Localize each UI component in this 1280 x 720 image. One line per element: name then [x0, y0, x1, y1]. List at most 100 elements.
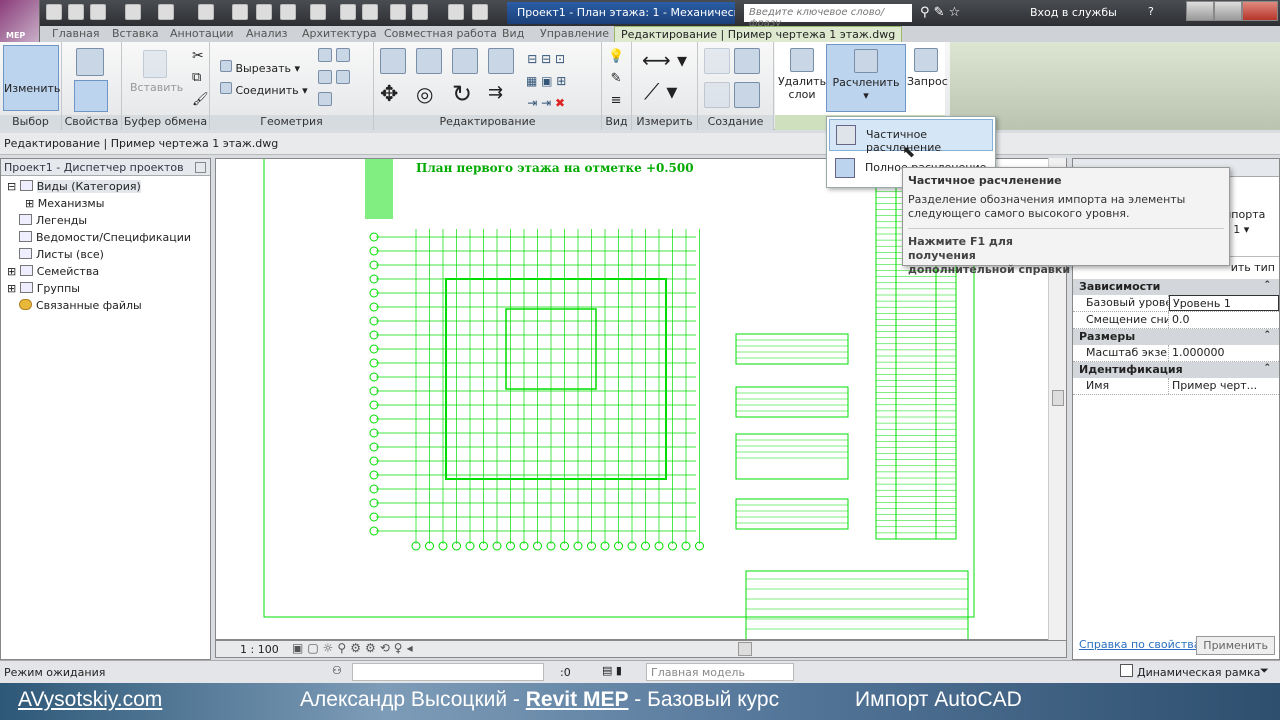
worksets-icon[interactable]: ⚇	[332, 664, 342, 677]
design-options-icon[interactable]: ▤ ▮	[602, 664, 622, 677]
search-input[interactable]: Введите ключевое слово/фразу	[744, 4, 912, 29]
tree-item-mechanical[interactable]: ⊞ Механизмы	[7, 195, 204, 212]
move-icon[interactable]: ✥	[380, 82, 398, 107]
tree-item-schedules[interactable]: Ведомости/Спецификации	[7, 229, 204, 246]
tree-item-legends[interactable]: Легенды	[7, 212, 204, 229]
measure-icon[interactable]	[198, 4, 214, 20]
explode-button[interactable]: Расчленить ▾	[826, 44, 906, 112]
create-assembly-icon[interactable]	[704, 82, 760, 111]
view-scale[interactable]: 1 : 100	[240, 643, 279, 656]
workset-select[interactable]	[352, 663, 544, 681]
tile-icon[interactable]	[448, 4, 464, 20]
copy-icon[interactable]: ⧉	[192, 70, 201, 85]
trim-icon[interactable]: ⇉	[488, 82, 503, 103]
properties-help-link[interactable]: Справка по свойствам	[1079, 638, 1209, 651]
filter-icon[interactable]: ⏷	[1260, 664, 1269, 678]
measure-along-icon[interactable]: ⟋ ▾	[644, 80, 677, 105]
tab-annotate[interactable]: Аннотации	[170, 26, 234, 42]
delete-layers-button[interactable]: Удалить слои	[777, 48, 827, 101]
properties-icon[interactable]	[74, 80, 108, 112]
project-browser: Проект1 - Диспетчер проектов ⊟ Виды (Кат…	[0, 158, 211, 660]
horizontal-scroll-thumb[interactable]	[738, 642, 752, 656]
close-icon[interactable]	[195, 162, 206, 173]
edit-small-tools[interactable]: ⊟ ⊟ ⊡ ▦ ▣ ⊞ ⇥ ⇥ ✖	[526, 48, 566, 114]
pin-icon[interactable]	[472, 4, 488, 20]
dynamic-frame-checkbox[interactable]	[1120, 664, 1133, 677]
align-icon[interactable]	[380, 48, 406, 77]
design-option-select[interactable]: Главная модель	[646, 663, 794, 681]
tab-collaborate[interactable]: Совместная работа	[384, 26, 497, 42]
tree-item-families[interactable]: ⊞ Семейства	[7, 263, 204, 280]
mirror-draw-icon[interactable]	[488, 48, 514, 77]
rotate-icon[interactable]: ↻	[452, 80, 472, 108]
application-menu-button[interactable]: MEP	[0, 0, 40, 42]
property-value[interactable]: 1.000000	[1169, 345, 1279, 361]
type-properties-icon[interactable]	[76, 48, 104, 79]
section-icon[interactable]	[340, 4, 356, 20]
switch-windows-icon[interactable]	[412, 4, 428, 20]
collapse-icon[interactable]: ⌃	[1263, 330, 1271, 340]
tree-item-sheets[interactable]: Листы (все)	[7, 246, 204, 263]
maximize-button[interactable]	[1214, 1, 1242, 21]
property-group[interactable]: Размеры ⌃	[1073, 329, 1279, 345]
query-button[interactable]: Запрос	[907, 48, 948, 88]
tab-modify-import[interactable]: Редактирование | Пример чертежа 1 этаж.d…	[614, 26, 903, 42]
cut-geometry-button[interactable]: Вырезать ▾	[220, 60, 300, 75]
dimension-icon[interactable]	[232, 4, 248, 20]
view-control-icons[interactable]: ▣▢☼⚲⚙⚙⟲♀◂	[292, 641, 417, 655]
modify-button[interactable]: Изменить	[3, 45, 60, 111]
mirror-axis-icon[interactable]	[452, 48, 478, 77]
scroll-thumb[interactable]	[1052, 390, 1064, 406]
property-value[interactable]: Уровень 1	[1169, 295, 1279, 311]
open-icon[interactable]	[46, 4, 62, 20]
join-geometry-button[interactable]: Соединить ▾	[220, 82, 308, 97]
thin-lines-icon[interactable]	[362, 4, 378, 20]
delete-icon[interactable]: ✖	[555, 96, 565, 110]
text-icon[interactable]	[280, 4, 296, 20]
property-row[interactable]: Смещение снизу0.0	[1073, 312, 1279, 329]
tree-item-links[interactable]: Связанные файлы	[7, 297, 204, 314]
paste-button[interactable]: Вставить	[130, 50, 183, 94]
minimize-button[interactable]	[1186, 1, 1214, 21]
wall-joins-icon[interactable]	[318, 70, 350, 87]
undo-icon[interactable]	[125, 4, 141, 20]
save-icon[interactable]	[68, 4, 84, 20]
tab-home[interactable]: Главная	[52, 26, 100, 42]
tag-icon[interactable]	[256, 4, 272, 20]
offset-icon[interactable]	[416, 48, 442, 77]
login-button[interactable]: Вход в службы	[1030, 6, 1117, 19]
tab-architecture[interactable]: Архитектура	[302, 26, 377, 42]
copy-element-icon[interactable]: ◎	[416, 82, 433, 106]
tab-insert[interactable]: Вставка	[112, 26, 159, 42]
tree-item-groups[interactable]: ⊞ Группы	[7, 280, 204, 297]
tree-item-views[interactable]: ⊟ Виды (Категория)	[7, 178, 204, 195]
property-group[interactable]: Зависимости ⌃	[1073, 279, 1279, 295]
property-row[interactable]: Имя Пример черт...	[1073, 378, 1279, 395]
measure-between-icon[interactable]: ⟷ ▾	[642, 48, 687, 72]
property-row[interactable]: Масштаб экзе... 1.000000	[1073, 345, 1279, 362]
property-group[interactable]: Идентификация ⌃	[1073, 362, 1279, 378]
help-icon[interactable]: ?	[1148, 5, 1154, 18]
create-group-icon[interactable]	[704, 48, 760, 77]
property-value[interactable]: Пример черт...	[1169, 378, 1279, 394]
view-tools-icon[interactable]: 💡 ✎ ≡	[608, 46, 624, 112]
tab-analyze[interactable]: Анализ	[246, 26, 288, 42]
close-button[interactable]	[1242, 1, 1278, 21]
sync-icon[interactable]	[90, 4, 106, 20]
collapse-icon[interactable]: ⌃	[1263, 280, 1271, 290]
tab-manage[interactable]: Управление	[540, 26, 609, 42]
tab-view[interactable]: Вид	[502, 26, 524, 42]
tree-label: Легенды	[36, 214, 88, 227]
paint-icon[interactable]	[318, 92, 332, 109]
property-row[interactable]: Базовый урове...Уровень 1	[1073, 295, 1279, 312]
binoculars-icon[interactable]: ⚲ ✎ ☆	[920, 5, 960, 20]
cut-icon[interactable]: ✂	[192, 48, 204, 64]
property-value[interactable]: 0.0	[1169, 312, 1279, 328]
redo-icon[interactable]	[158, 4, 174, 20]
geometry-tools-icon[interactable]	[318, 48, 350, 65]
match-properties-icon[interactable]: 🖌	[192, 92, 209, 107]
collapse-icon[interactable]: ⌃	[1263, 363, 1271, 373]
apply-button[interactable]: Применить	[1196, 636, 1275, 655]
close-hidden-icon[interactable]	[390, 4, 406, 20]
3d-view-icon[interactable]	[310, 4, 326, 20]
